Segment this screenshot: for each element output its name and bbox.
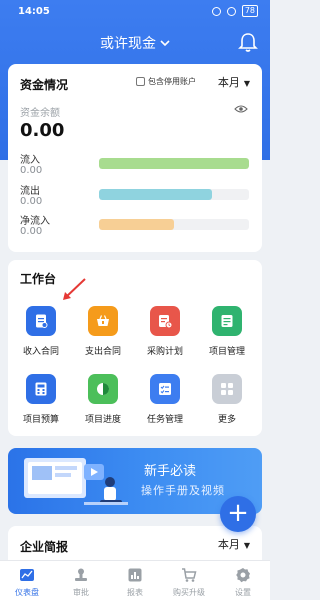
tile-more[interactable]: 更多 (197, 374, 257, 432)
funds-period-dropdown[interactable]: 本月 ▼ (218, 74, 250, 90)
net-inflow-value: 0.00 (20, 226, 43, 237)
outflow-bar (99, 189, 249, 200)
tile-project-management[interactable]: 项目管理 (197, 306, 257, 364)
approval-stamp-icon (75, 568, 87, 581)
tile-purchase-plan[interactable]: 采购计划 (135, 306, 195, 364)
battery-indicator: 78 (241, 5, 258, 17)
tutorial-illustration (24, 458, 128, 505)
funds-period-label: 本月 (217, 76, 240, 89)
outflow-value: 0.00 (20, 196, 43, 207)
outflow-row: 流出 0.00 (20, 182, 250, 210)
tile-expense-contract[interactable]: 支出合同 (73, 306, 133, 364)
tab-purchase-upgrade[interactable]: 购买升级 (162, 565, 216, 599)
status-time: 14:05 (18, 6, 50, 17)
tab-report[interactable]: 报表 (108, 565, 162, 599)
bottom-tab-bar: 仪表盘 审批 报表 购买升级 设置 (0, 560, 270, 600)
company-name: 或许现金 (100, 36, 156, 52)
inflow-row: 流入 0.00 (20, 151, 250, 179)
outflow-label: 流出 (20, 186, 40, 197)
tab-label: 审批 (73, 588, 89, 597)
income-contract-icon (26, 306, 56, 336)
tile-label: 任务管理 (146, 415, 183, 425)
tile-label: 收入合同 (22, 347, 59, 357)
banner-title: 新手必读 (144, 464, 197, 479)
inflow-value: 0.00 (20, 165, 43, 176)
tile-income-contract[interactable]: 收入合同 (11, 306, 71, 364)
company-brief-title: 企业简报 (20, 540, 69, 554)
workbench-card: 工作台 收入合同 支出合同 采购计划 项目管理 项目预算 项目进度 任务管理 更… (8, 260, 262, 436)
alarm-icon (211, 6, 221, 16)
company-switcher[interactable]: 或许现金 (0, 33, 270, 53)
inflow-bar (99, 158, 249, 169)
project-budget-icon (26, 374, 56, 404)
dashboard-icon (20, 569, 34, 581)
include-disabled-label: 包含停用账户 (148, 77, 196, 86)
funds-title: 资金情况 (20, 78, 69, 92)
include-disabled-checkbox[interactable]: 包含停用账户 (136, 76, 196, 87)
more-icon (212, 374, 242, 404)
bell-icon[interactable] (238, 31, 258, 53)
add-button[interactable]: + (220, 496, 256, 532)
workbench-title: 工作台 (20, 272, 57, 286)
report-icon (128, 568, 142, 582)
status-bar: 14:05 78 (0, 0, 270, 22)
tile-label: 项目进度 (84, 415, 121, 425)
inflow-bar-fill (99, 158, 249, 169)
tab-label: 报表 (127, 588, 143, 597)
tile-project-budget[interactable]: 项目预算 (11, 374, 71, 432)
caret-down-icon: ▼ (243, 79, 250, 88)
cart-icon (182, 568, 197, 582)
status-icons: 78 (211, 5, 258, 17)
task-management-icon (150, 374, 180, 404)
purchase-plan-icon (150, 306, 180, 336)
tab-label: 设置 (235, 588, 251, 597)
company-period-label: 本月 (217, 538, 240, 551)
net-inflow-bar (99, 219, 249, 230)
tile-label: 支出合同 (84, 347, 121, 357)
tab-settings[interactable]: 设置 (216, 565, 270, 599)
funds-card: 资金情况 包含停用账户 本月 ▼ 资金余额 0.00 流入 0.00 流出 0.0… (8, 64, 262, 252)
outflow-bar-fill (99, 189, 212, 200)
tab-label: 购买升级 (173, 588, 205, 597)
red-pointer-arrow-icon (63, 278, 86, 300)
net-inflow-row: 净流入 0.00 (20, 212, 250, 240)
tab-approval[interactable]: 审批 (54, 565, 108, 599)
caret-down-icon: ▼ (243, 541, 250, 550)
net-inflow-label: 净流入 (20, 216, 50, 227)
gear-icon (236, 568, 250, 583)
project-management-icon (212, 306, 242, 336)
tile-label: 采购计划 (146, 347, 183, 357)
balance-label: 资金余额 (20, 108, 60, 119)
project-progress-icon (88, 374, 118, 404)
checkbox-box (136, 77, 145, 86)
tab-dashboard[interactable]: 仪表盘 (0, 565, 54, 599)
tab-label: 仪表盘 (15, 588, 39, 597)
top-bar: 或许现金 (0, 30, 270, 54)
tile-label: 更多 (217, 415, 236, 425)
tile-label: 项目预算 (22, 415, 59, 425)
inflow-label: 流入 (20, 155, 40, 166)
expense-contract-icon (88, 306, 118, 336)
wifi-icon (226, 6, 236, 16)
balance-value: 0.00 (20, 120, 65, 141)
tile-task-management[interactable]: 任务管理 (135, 374, 195, 432)
company-period-dropdown[interactable]: 本月 ▼ (218, 536, 250, 552)
chevron-down-icon (160, 39, 170, 50)
tile-project-progress[interactable]: 项目进度 (73, 374, 133, 432)
tile-label: 项目管理 (208, 347, 245, 357)
banner-subtitle: 操作手册及视频 (141, 484, 225, 497)
eye-icon[interactable] (234, 104, 248, 114)
net-inflow-bar-fill (99, 219, 174, 230)
